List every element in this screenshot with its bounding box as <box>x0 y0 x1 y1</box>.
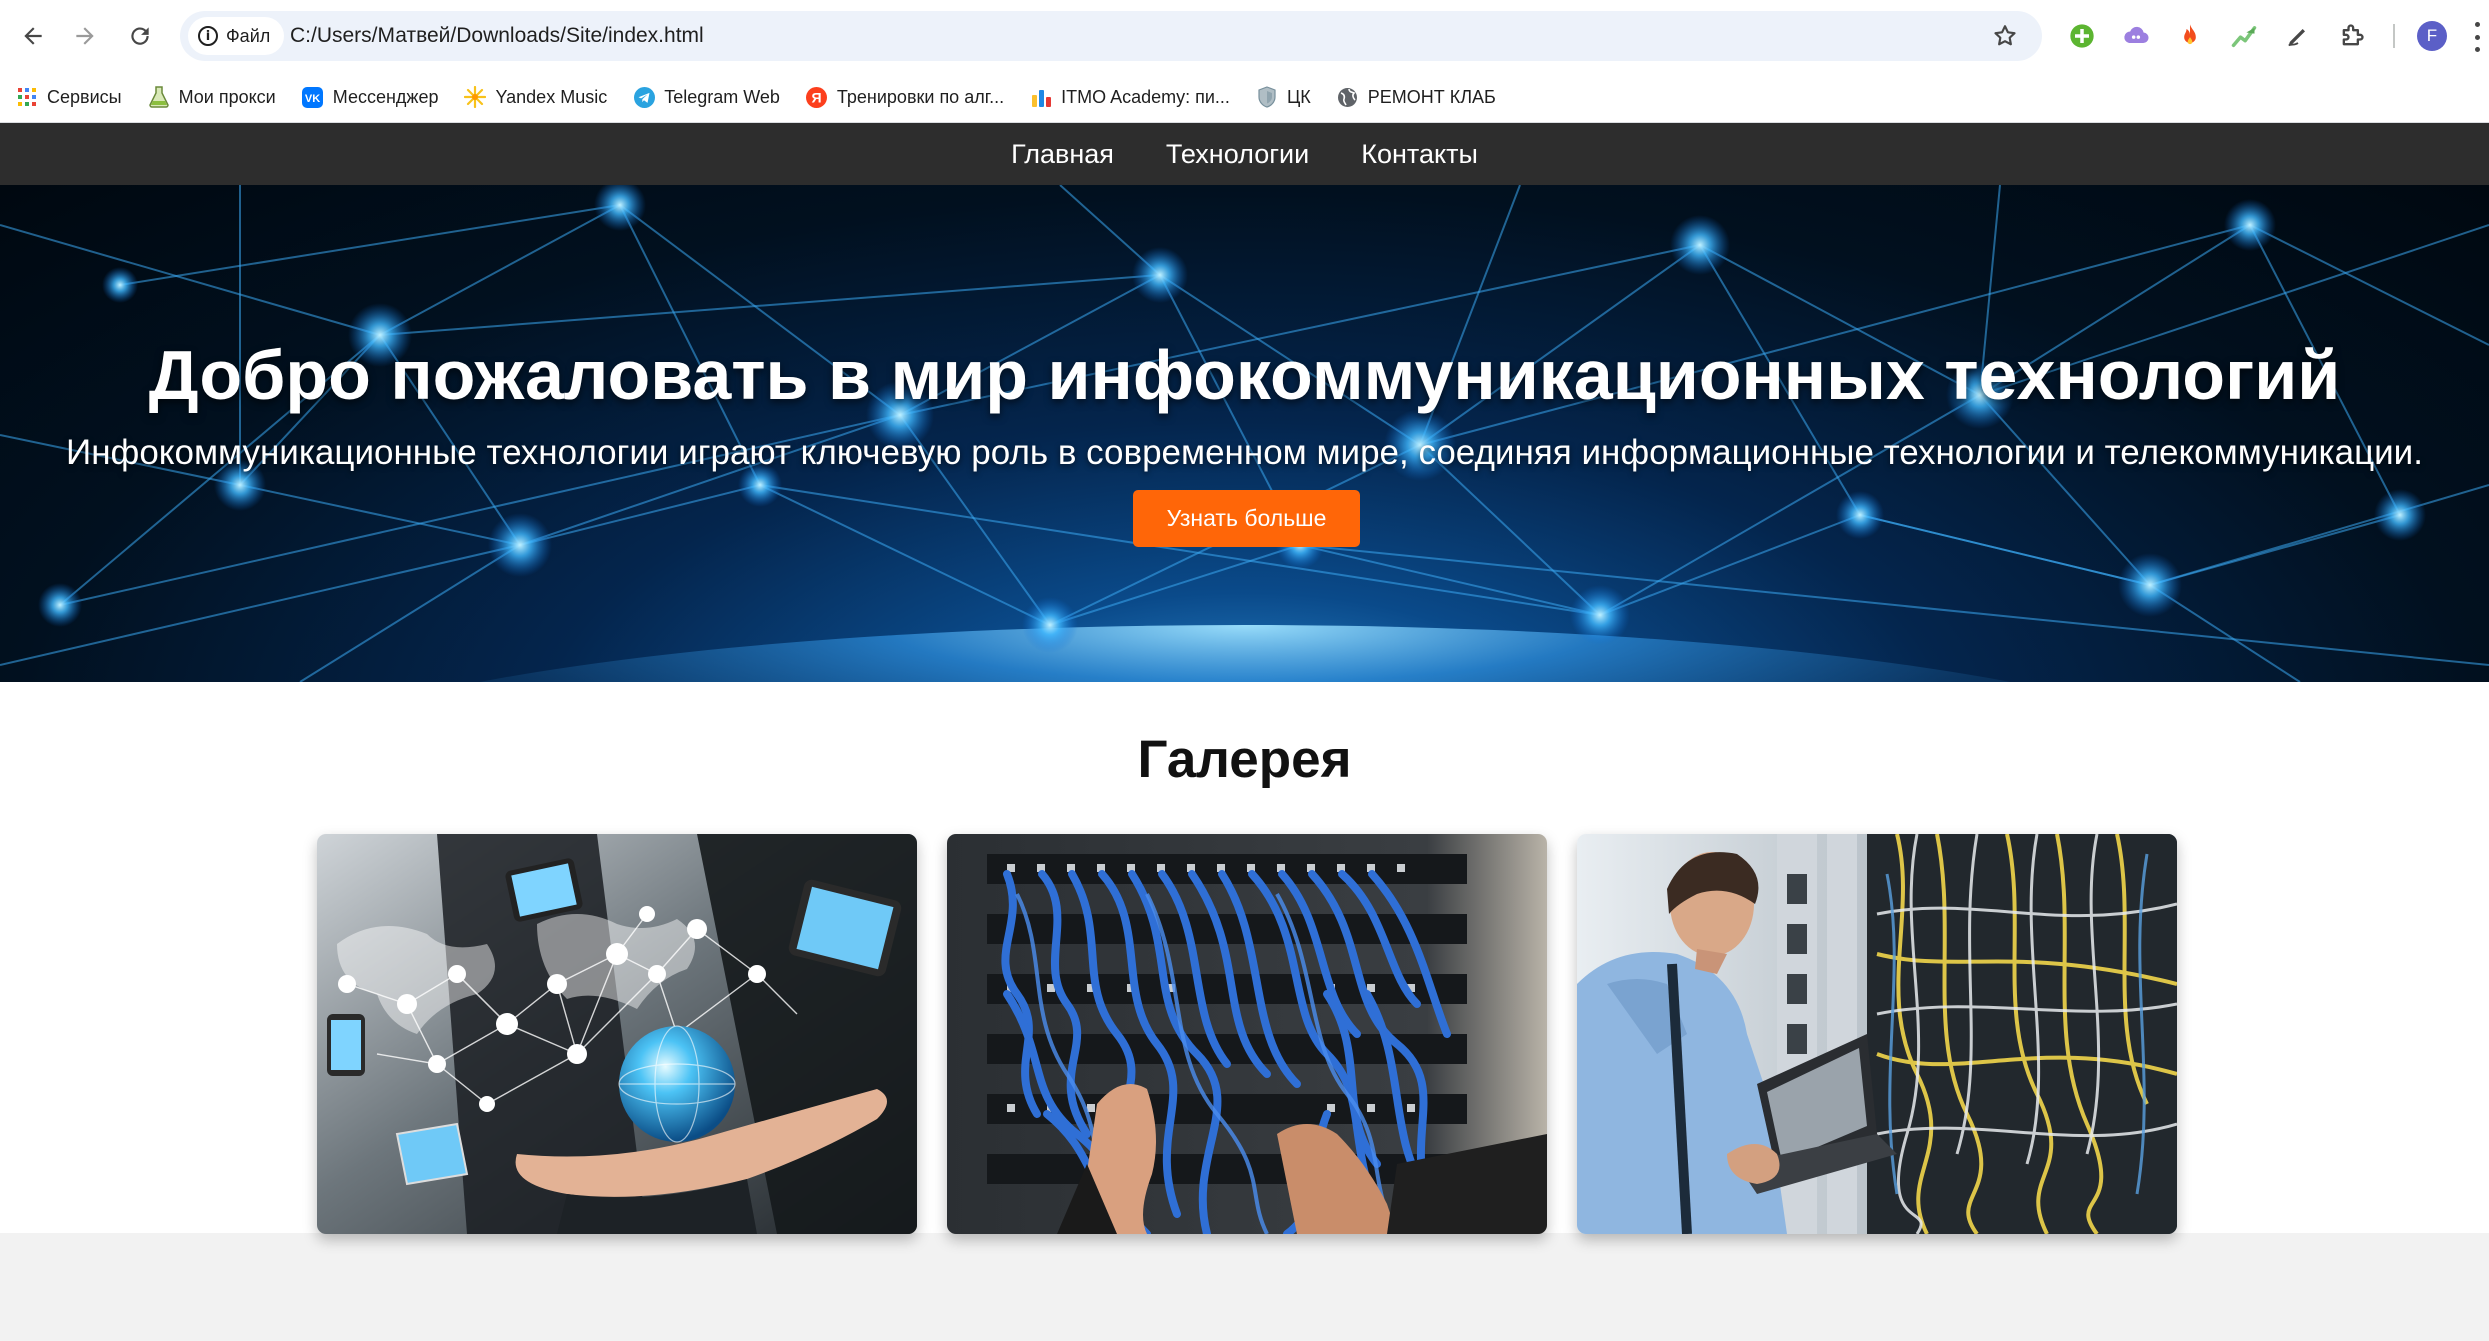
flame-icon <box>2184 24 2196 45</box>
browser-chrome: i Файл C:/Users/Матвей/Downloads/Site/in… <box>0 0 2489 123</box>
vk-icon: VK <box>302 86 324 108</box>
bookmark-proxies[interactable]: Мои прокси <box>148 86 276 108</box>
cloud-icon <box>2124 26 2149 44</box>
svg-text:Я: Я <box>812 89 822 105</box>
yandex-icon: Я <box>806 86 828 108</box>
bookmark-label: Telegram Web <box>664 86 780 107</box>
bookmark-label: ЦК <box>1286 86 1311 107</box>
yandex-music-icon <box>464 86 487 108</box>
star-icon <box>1994 25 2016 46</box>
shield-icon <box>1256 86 1278 108</box>
extension-green-plus[interactable] <box>2066 20 2098 52</box>
bookmark-algorithms[interactable]: Я Тренировки по алг... <box>806 86 1004 108</box>
profile-avatar[interactable]: F <box>2417 21 2447 51</box>
gallery-title: Галерея <box>1137 730 1352 789</box>
gallery-image-server-cables[interactable] <box>947 834 1547 1234</box>
nav-link-technologies[interactable]: Технологии <box>1166 139 1309 170</box>
bookmark-label: Мои прокси <box>178 86 276 107</box>
site-chip-label: Файл <box>226 25 271 46</box>
browser-toolbar: i Файл C:/Users/Матвей/Downloads/Site/in… <box>0 0 2489 72</box>
puzzle-icon <box>2342 24 2364 46</box>
url-text[interactable]: C:/Users/Матвей/Downloads/Site/index.htm… <box>290 24 704 48</box>
flask-icon <box>148 86 170 108</box>
extension-pen[interactable] <box>2282 20 2314 52</box>
browser-menu-button[interactable] <box>2472 22 2482 52</box>
bookmark-label: Yandex Music <box>495 86 608 107</box>
bookmark-label: ITMO Academy: пи... <box>1061 86 1230 107</box>
codeforces-icon <box>1030 86 1052 108</box>
bookmark-label: Тренировки по алг... <box>836 86 1005 107</box>
gallery-image-engineer-laptop[interactable] <box>1577 834 2177 1234</box>
nav-link-contacts[interactable]: Контакты <box>1361 139 1478 170</box>
pen-icon <box>2288 29 2305 47</box>
bookmark-label: РЕМОНТ КЛАБ <box>1367 86 1496 107</box>
forward-button[interactable] <box>65 16 105 56</box>
reload-icon <box>131 27 149 45</box>
telegram-icon <box>633 86 655 108</box>
extensions-button[interactable] <box>2336 20 2368 52</box>
network-hand-globe-image <box>317 834 917 1234</box>
bookmark-services[interactable]: Сервисы <box>16 86 122 108</box>
bookmark-ck[interactable]: ЦК <box>1256 86 1311 108</box>
bookmark-itmo-academy[interactable]: ITMO Academy: пи... <box>1030 86 1230 108</box>
hero-banner: Добро пожаловать в мир инфокоммуникацион… <box>0 185 2489 682</box>
plus-circle-icon <box>2070 24 2094 48</box>
bookmark-label: Сервисы <box>47 86 122 107</box>
engineer-laptop-datacenter-image <box>1577 834 2177 1234</box>
bookmark-yandex-music[interactable]: Yandex Music <box>464 86 607 108</box>
reload-button[interactable] <box>120 16 160 56</box>
server-cables-image <box>947 834 1547 1234</box>
nav-link-home[interactable]: Главная <box>1011 139 1114 170</box>
learn-more-button[interactable]: Узнать больше <box>1133 490 1360 547</box>
arrow-right-icon <box>76 27 94 45</box>
bookmark-remont-club[interactable]: РЕМОНТ КЛАБ <box>1337 86 1496 108</box>
svg-text:VK: VK <box>305 93 320 105</box>
web-page: Главная Технологии Контакты Добро пожало… <box>0 123 2489 1341</box>
gallery-image-network-hand[interactable] <box>317 834 917 1234</box>
site-navigation: Главная Технологии Контакты <box>0 123 2489 185</box>
hero-subtitle: Инфокоммуникационные технологии играют к… <box>66 433 2423 472</box>
toolbar-divider <box>2393 24 2395 48</box>
globe-icon <box>1337 86 1359 108</box>
extension-flame[interactable] <box>2174 20 2206 52</box>
leaf-chart-icon <box>2231 26 2257 48</box>
back-button[interactable] <box>13 16 53 56</box>
bookmark-label: Мессенджер <box>332 86 439 107</box>
bookmark-telegram[interactable]: Telegram Web <box>633 86 780 108</box>
hero-title: Добро пожаловать в мир инфокоммуникацион… <box>148 336 2341 414</box>
gallery-section: Галерея <box>0 682 2489 1234</box>
extension-purple-cloud[interactable] <box>2120 20 2152 52</box>
bookmark-messenger[interactable]: VK Мессенджер <box>302 86 439 108</box>
bookmarks-bar: Сервисы Мои прокси VK Мессенджер Yandex … <box>0 72 2489 122</box>
site-info-chip[interactable]: i Файл <box>188 17 285 55</box>
bookmark-star-button[interactable] <box>1990 21 2020 51</box>
address-bar[interactable]: i Файл C:/Users/Матвей/Downloads/Site/in… <box>180 11 2042 61</box>
arrow-left-icon <box>24 27 42 45</box>
extension-chart[interactable] <box>2228 20 2260 52</box>
info-icon: i <box>198 26 218 46</box>
apps-grid-icon <box>16 86 38 108</box>
